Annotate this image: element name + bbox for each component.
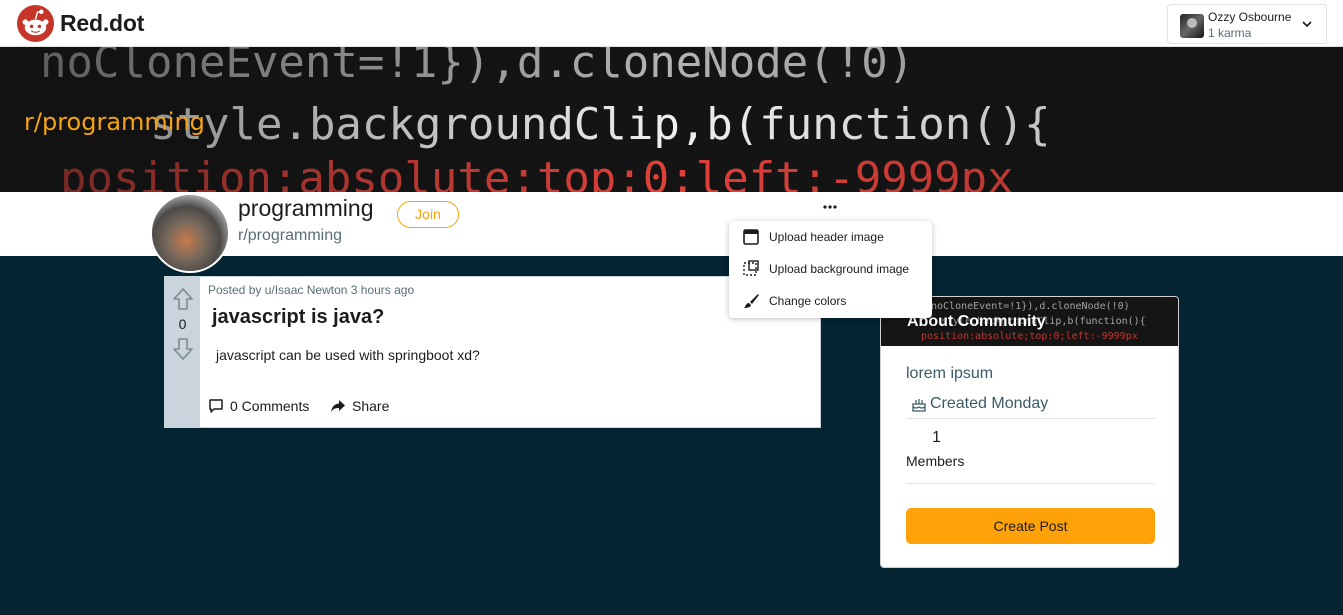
- members-label: Members: [906, 453, 965, 469]
- about-description: lorem ipsum: [906, 365, 994, 382]
- user-avatar: [1180, 14, 1204, 38]
- dashed-square-icon: [743, 260, 759, 276]
- created-label: Created Monday: [930, 395, 1049, 412]
- menu-item-label: Upload header image: [769, 230, 884, 244]
- post-body: javascript can be used with springboot x…: [216, 347, 480, 363]
- community-handle: r/programming: [238, 227, 343, 244]
- top-navbar: Red.dot Ozzy Osbourne 1 karma: [0, 0, 1343, 47]
- about-header-code: position:absolute;top:0;left:-9999px: [921, 331, 1138, 342]
- about-header-code: noCloneEvent=!1}),d.cloneNode(!0): [931, 301, 1130, 312]
- more-options-icon[interactable]: [820, 199, 840, 215]
- divider: [906, 418, 1155, 419]
- logo-text: Red.dot: [60, 10, 145, 36]
- upvote-arrow-icon[interactable]: [172, 287, 194, 311]
- post-card[interactable]: 0 Posted by u/Isaac Newton 3 hours ago j…: [164, 276, 821, 428]
- comments-button[interactable]: 0 Comments: [208, 398, 309, 414]
- share-button[interactable]: Share: [330, 398, 389, 414]
- window-icon: [743, 229, 759, 245]
- comment-icon: [209, 399, 223, 413]
- post-meta: Posted by u/Isaac Newton 3 hours ago: [208, 283, 415, 297]
- community-banner: noCloneEvent=!1}),d.cloneNode(!0) style.…: [0, 47, 1343, 192]
- reddot-logo-icon: [16, 4, 55, 43]
- menu-item-upload-background[interactable]: Upload background image: [729, 253, 932, 285]
- join-button[interactable]: Join: [397, 201, 459, 228]
- user-menu[interactable]: Ozzy Osbourne 1 karma: [1167, 4, 1327, 44]
- menu-item-label: Change colors: [769, 294, 847, 308]
- menu-item-change-colors[interactable]: Change colors: [729, 285, 932, 317]
- created-info: Created Monday: [910, 395, 1048, 413]
- create-post-button[interactable]: Create Post: [906, 508, 1155, 544]
- logo[interactable]: Red.dot: [16, 4, 144, 43]
- comments-label: 0 Comments: [230, 398, 310, 414]
- post-title[interactable]: javascript is java?: [212, 306, 384, 329]
- menu-item-label: Upload background image: [769, 262, 910, 276]
- options-dropdown: Upload header image Upload background im…: [729, 221, 932, 318]
- share-arrow-icon: [331, 400, 345, 412]
- community-avatar: [150, 193, 230, 273]
- chevron-down-icon: [1302, 21, 1312, 28]
- share-label: Share: [352, 398, 390, 414]
- divider: [906, 483, 1155, 484]
- menu-item-upload-header[interactable]: Upload header image: [729, 221, 932, 253]
- community-name: programming: [238, 195, 374, 221]
- cake-icon: [912, 399, 926, 412]
- vote-count: 0: [178, 316, 187, 332]
- paintbrush-icon: [744, 294, 759, 308]
- about-community-card: noCloneEvent=!1}),d.cloneNode(!0) style.…: [880, 296, 1179, 568]
- members-count: 1: [932, 429, 941, 446]
- banner-title: r/programming: [24, 108, 205, 136]
- vote-column: 0: [165, 277, 200, 427]
- user-karma: 1 karma: [1208, 26, 1252, 40]
- downvote-arrow-icon[interactable]: [172, 337, 194, 361]
- user-name: Ozzy Osbourne: [1208, 10, 1292, 24]
